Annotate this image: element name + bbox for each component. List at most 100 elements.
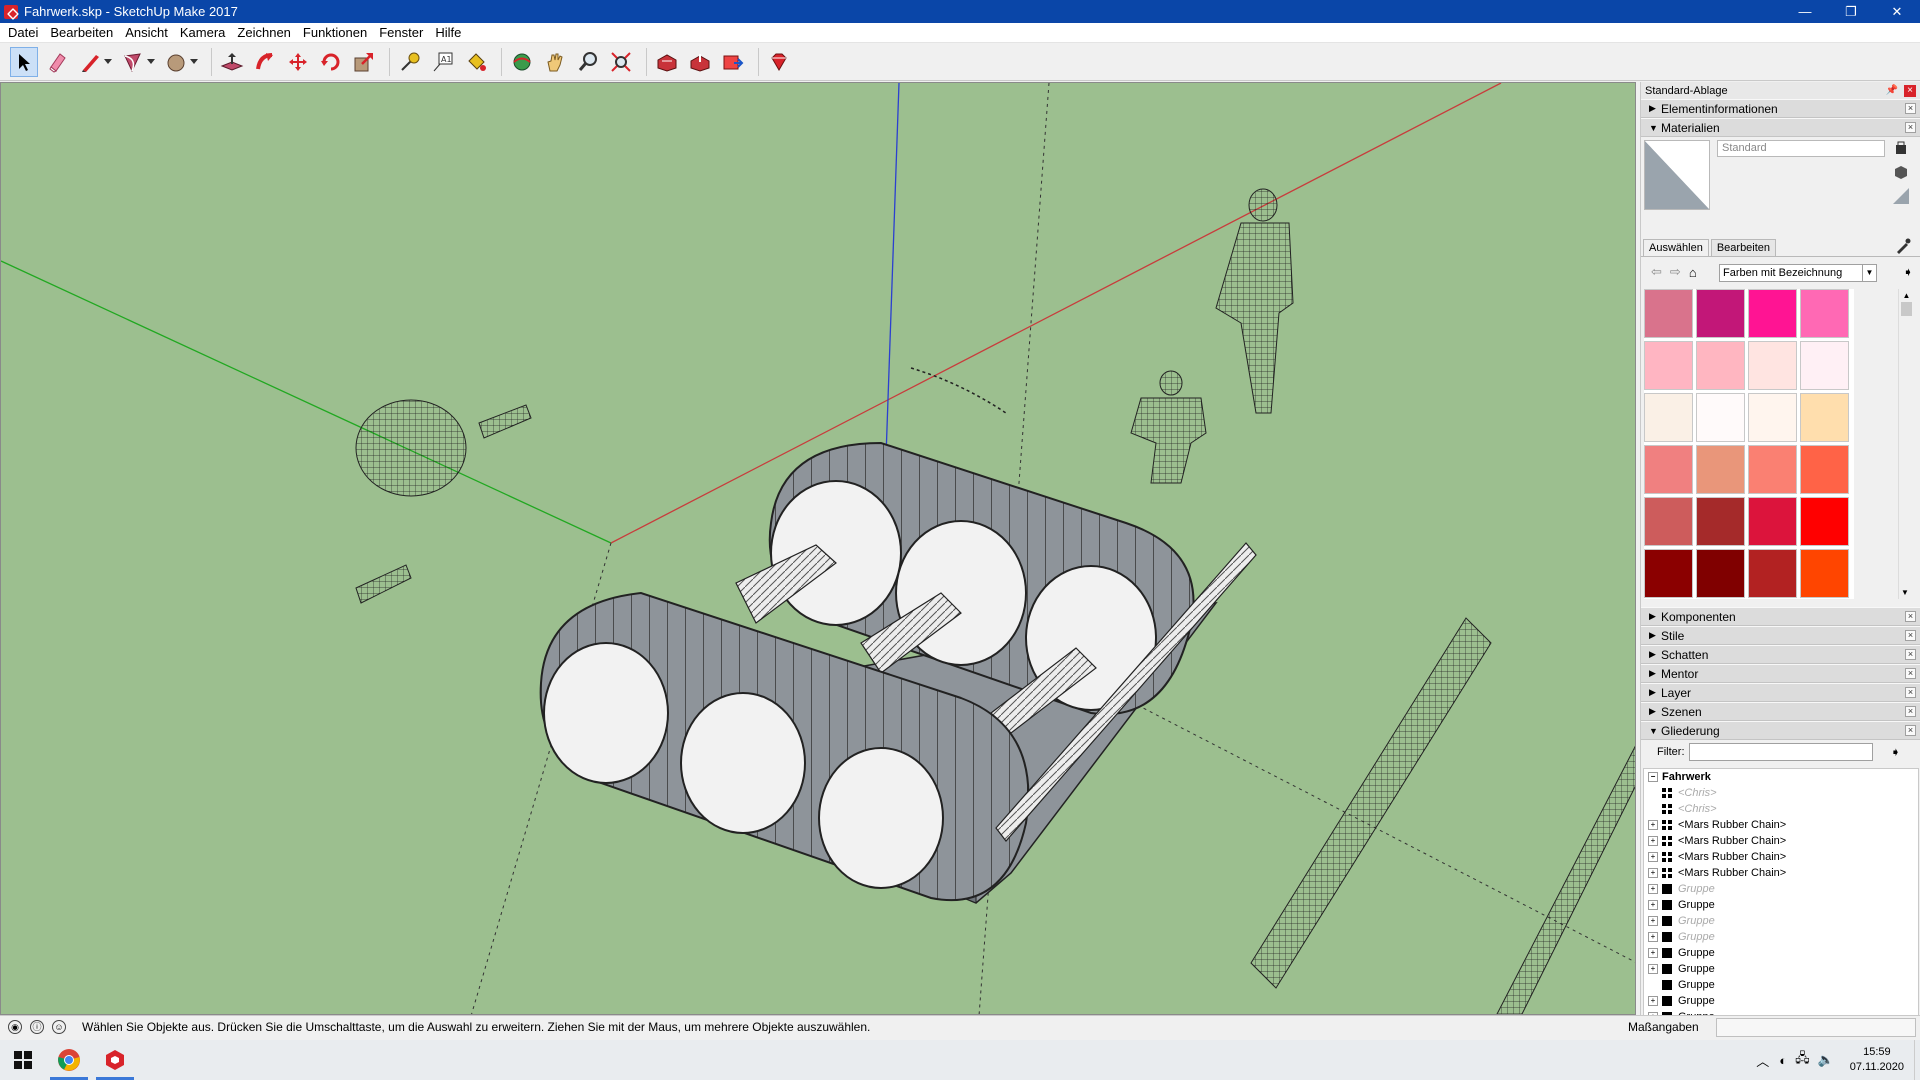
menu-fenster[interactable]: Fenster <box>373 23 429 43</box>
model-scene[interactable] <box>1 83 1636 1015</box>
expand-icon[interactable]: + <box>1648 820 1658 830</box>
panel-close-icon[interactable]: × <box>1905 611 1916 622</box>
measurements-input[interactable] <box>1716 1018 1916 1037</box>
tab-bearbeiten[interactable]: Bearbeiten <box>1710 239 1777 256</box>
tray-close-button[interactable]: × <box>1904 84 1916 97</box>
shape-tool-dropdown[interactable] <box>189 47 199 77</box>
orbit-tool-button[interactable] <box>508 47 536 77</box>
hidden-part[interactable] <box>478 404 532 439</box>
outliner-item[interactable]: <Chris> <box>1644 801 1918 817</box>
outliner-item[interactable]: + <Mars Rubber Chain> <box>1644 817 1918 833</box>
home-icon[interactable]: ⌂ <box>1689 265 1697 280</box>
expand-icon[interactable]: + <box>1648 996 1658 1006</box>
outliner-item[interactable]: + <Mars Rubber Chain> <box>1644 833 1918 849</box>
panel-gliederung[interactable]: ▼ Gliederung × <box>1641 721 1920 740</box>
material-swatch[interactable] <box>1800 393 1849 442</box>
panel-komponenten[interactable]: ▶ Komponenten × <box>1641 607 1920 626</box>
extension-manager-button[interactable] <box>765 47 793 77</box>
drawing-viewport[interactable] <box>0 82 1636 1015</box>
chevron-up-icon[interactable]: ︿ <box>1756 1051 1769 1070</box>
close-button[interactable]: ✕ <box>1874 0 1920 23</box>
menu-zeichnen[interactable]: Zeichnen <box>231 23 296 43</box>
material-swatch[interactable] <box>1748 289 1797 338</box>
material-swatch[interactable] <box>1696 289 1745 338</box>
material-swatch[interactable] <box>1696 393 1745 442</box>
material-swatch[interactable] <box>1748 549 1797 598</box>
hidden-gear-part[interactable] <box>355 399 467 497</box>
show-desktop-button[interactable] <box>1914 1040 1920 1080</box>
default-material-icon[interactable] <box>1893 188 1909 204</box>
credits-icon[interactable]: ⓘ <box>30 1020 44 1034</box>
material-swatch[interactable] <box>1748 445 1797 494</box>
panel-materialien[interactable]: ▼ Materialien × <box>1641 118 1920 137</box>
menu-hilfe[interactable]: Hilfe <box>429 23 467 43</box>
forward-arrow-icon[interactable]: ⇨ <box>1670 264 1681 280</box>
details-arrow-icon[interactable]: ➧ <box>1891 745 1901 759</box>
arc-tool-dropdown[interactable] <box>146 47 156 77</box>
3d-warehouse-button[interactable] <box>653 47 681 77</box>
expand-icon[interactable]: + <box>1648 916 1658 926</box>
maximize-button[interactable]: ❐ <box>1828 0 1874 23</box>
material-swatch[interactable] <box>1644 393 1693 442</box>
extension-warehouse-button[interactable] <box>719 47 747 77</box>
scale-figure-chris-small[interactable] <box>1130 370 1207 484</box>
outliner-tree[interactable]: − Fahrwerk <Chris> <Chris> + <Mars Rubber C… <box>1643 768 1919 1028</box>
arc-tool-button[interactable] <box>119 47 147 77</box>
pan-tool-button[interactable] <box>541 47 569 77</box>
material-swatch[interactable] <box>1748 341 1797 390</box>
zoom-tool-button[interactable] <box>574 47 602 77</box>
eraser-tool-button[interactable] <box>43 47 71 77</box>
outliner-item[interactable]: + Gruppe <box>1644 993 1918 1009</box>
hidden-cylinder[interactable] <box>1496 743 1636 1015</box>
expand-icon[interactable]: + <box>1648 884 1658 894</box>
back-arrow-icon[interactable]: ⇦ <box>1651 264 1662 280</box>
material-swatch[interactable] <box>1696 341 1745 390</box>
panel-close-icon[interactable]: × <box>1905 630 1916 641</box>
material-swatch[interactable] <box>1644 341 1693 390</box>
panel-close-icon[interactable]: × <box>1905 668 1916 679</box>
geo-location-icon[interactable]: ◉ <box>8 1020 22 1034</box>
material-swatch[interactable] <box>1696 445 1745 494</box>
panel-close-icon[interactable]: × <box>1905 649 1916 660</box>
material-swatch[interactable] <box>1800 549 1849 598</box>
expand-icon[interactable]: + <box>1648 852 1658 862</box>
outliner-item[interactable]: <Chris> <box>1644 785 1918 801</box>
outliner-item[interactable]: + Gruppe <box>1644 913 1918 929</box>
start-button[interactable] <box>0 1040 46 1080</box>
swatch-scrollbar[interactable]: ▲ ▼ <box>1898 289 1914 599</box>
filter-input[interactable] <box>1688 743 1873 761</box>
material-sample-icon[interactable] <box>1893 140 1909 156</box>
user-icon[interactable]: ☺ <box>52 1020 66 1034</box>
follow-me-tool-button[interactable] <box>251 47 279 77</box>
tab-auswaehlen[interactable]: Auswählen <box>1643 239 1709 256</box>
minimize-button[interactable]: — <box>1782 0 1828 23</box>
outliner-item[interactable]: + <Mars Rubber Chain> <box>1644 849 1918 865</box>
system-clock[interactable]: 15:59 07.11.2020 <box>1840 1045 1914 1075</box>
expand-icon[interactable]: + <box>1648 964 1658 974</box>
expand-icon[interactable]: + <box>1648 868 1658 878</box>
chrome-taskbar-button[interactable] <box>46 1040 92 1080</box>
expand-icon[interactable]: + <box>1648 900 1658 910</box>
sketchup-taskbar-button[interactable] <box>92 1040 138 1080</box>
panel-mentor[interactable]: ▶ Mentor × <box>1641 664 1920 683</box>
outliner-item[interactable]: + Gruppe <box>1644 897 1918 913</box>
outliner-item[interactable]: + Gruppe <box>1644 881 1918 897</box>
menu-funktionen[interactable]: Funktionen <box>297 23 373 43</box>
panel-schatten[interactable]: ▶ Schatten × <box>1641 645 1920 664</box>
volume-icon[interactable]: 🔈 <box>1818 1052 1834 1068</box>
menu-bearbeiten[interactable]: Bearbeiten <box>44 23 119 43</box>
material-swatch[interactable] <box>1748 497 1797 546</box>
material-swatch[interactable] <box>1800 497 1849 546</box>
zoom-extents-tool-button[interactable] <box>607 47 635 77</box>
text-tool-button[interactable]: A1 <box>429 47 457 77</box>
outliner-item[interactable]: + Gruppe <box>1644 929 1918 945</box>
material-library-select[interactable]: Farben mit Bezeichnung ▼ <box>1719 264 1877 282</box>
details-arrow-icon[interactable]: ➧ <box>1903 265 1913 279</box>
push-pull-tool-button[interactable] <box>218 47 246 77</box>
scale-figure-chris-large[interactable] <box>1215 188 1294 414</box>
panel-szenen[interactable]: ▶ Szenen × <box>1641 702 1920 721</box>
material-swatch[interactable] <box>1696 497 1745 546</box>
line-tool-button[interactable] <box>76 47 104 77</box>
expand-icon[interactable]: + <box>1648 932 1658 942</box>
panel-close-icon[interactable]: × <box>1905 122 1916 133</box>
